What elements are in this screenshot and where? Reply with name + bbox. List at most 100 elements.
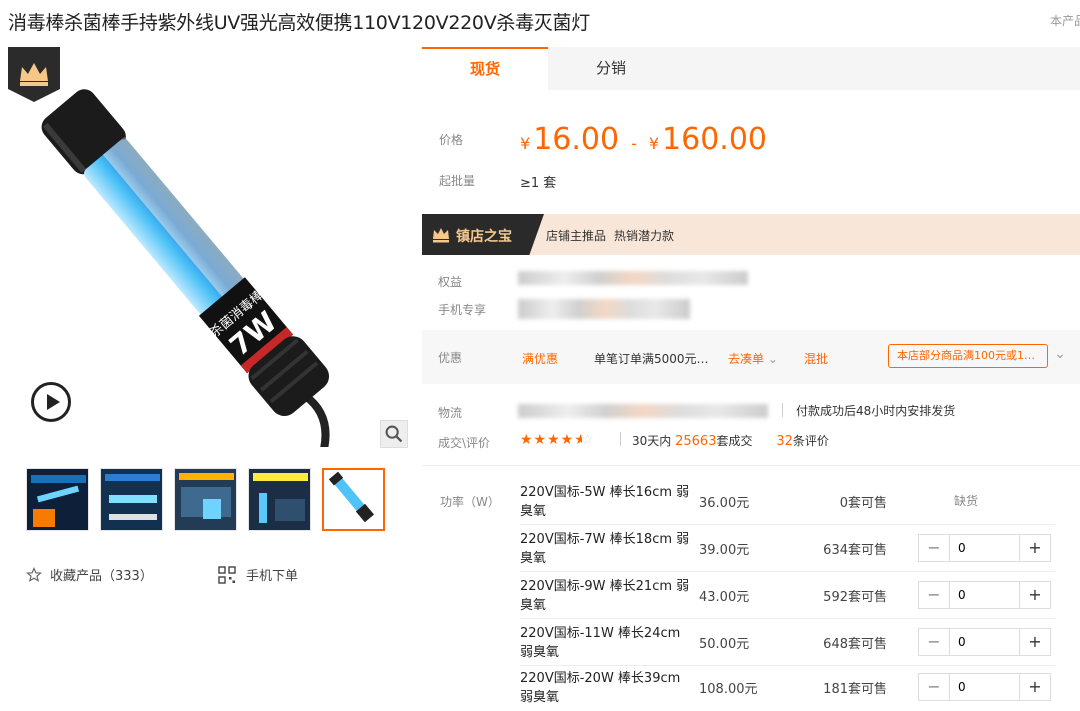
play-video-icon[interactable] — [31, 382, 71, 422]
increase-button[interactable]: + — [1020, 674, 1050, 700]
sku-name: 220V国标-11W 棒长24cm 弱臭氧 — [520, 626, 681, 660]
featured-banner: 镇店之宝 店铺主推品 热销潜力款 — [422, 214, 1080, 255]
logistics-blurred — [518, 404, 768, 418]
purchase-tabs: 现货 分销 — [422, 47, 1080, 90]
divider — [422, 465, 1080, 466]
rights-label: 权益 — [438, 275, 463, 289]
promo-tag[interactable]: 本店部分商品满100元或1… — [888, 344, 1048, 368]
chevron-down-icon: ⌄ — [767, 352, 778, 366]
sku-label: 功率（W） — [440, 495, 500, 509]
price-label: 价格 — [439, 133, 464, 147]
promo-collect-label: 去凑单 — [728, 352, 765, 366]
divider — [782, 403, 783, 417]
quantity-input[interactable] — [949, 629, 1020, 655]
crown-badge-icon — [8, 47, 60, 102]
mobile-exclusive-blurred — [518, 299, 690, 319]
currency-symbol: ¥ — [648, 134, 660, 153]
review-count[interactable]: 32 — [776, 434, 793, 449]
moq-value: ≥1 套 — [520, 176, 557, 191]
thumbnail-2[interactable] — [100, 468, 163, 531]
rating-stars: ★★★★★☆ — [520, 432, 595, 448]
product-title: 消毒棒杀菌棒手持紫外线UV强光高效便携110V120V220V杀毒灭菌灯 — [8, 12, 590, 34]
quantity-stepper: − + — [918, 628, 1051, 656]
sku-name: 220V国标-5W 棒长16cm 弱臭氧 — [520, 485, 690, 519]
logistics-label: 物流 — [438, 406, 463, 420]
sku-price: 50.00元 — [699, 637, 750, 652]
quantity-input[interactable] — [949, 674, 1020, 700]
deals-label: 成交\评价 — [438, 436, 491, 450]
decrease-button[interactable]: − — [919, 674, 949, 700]
quantity-stepper: − + — [918, 581, 1051, 609]
sku-stock: 592套可售 — [823, 590, 887, 605]
tab-in-stock[interactable]: 现货 — [422, 47, 548, 90]
sku-out-of-stock: 缺货 — [954, 494, 979, 508]
quantity-input[interactable] — [949, 535, 1020, 561]
thumbnail-strip — [26, 468, 385, 531]
chevron-down-icon[interactable]: ⌄ — [1054, 346, 1066, 362]
quantity-stepper: − + — [918, 534, 1051, 562]
sku-stock: 634套可售 — [823, 543, 887, 558]
crown-icon — [433, 228, 449, 243]
sku-row: 220V国标-20W 棒长39cm 弱臭氧 108.00元 181套可售 − + — [520, 664, 1055, 711]
corner-note: 本产品 — [1050, 14, 1080, 28]
decrease-button[interactable]: − — [919, 582, 949, 608]
sales-stat: 30天内 25663套成交 32条评价 — [632, 432, 829, 449]
decrease-button[interactable]: − — [919, 629, 949, 655]
increase-button[interactable]: + — [1020, 629, 1050, 655]
main-product-image[interactable]: 杀菌消毒棒 7W — [8, 47, 408, 447]
zoom-icon[interactable] — [380, 420, 408, 448]
sku-row: 220V国标-11W 棒长24cm 弱臭氧 50.00元 648套可售 − + — [520, 619, 1055, 666]
sku-name: 220V国标-7W 棒长18cm 弱臭氧 — [520, 532, 690, 566]
price-range: ¥ 16.00 - ¥ 160.00 — [520, 122, 767, 157]
thumbnail-1[interactable] — [26, 468, 89, 531]
sku-row: 220V国标-9W 棒长21cm 弱臭氧 43.00元 592套可售 − + — [520, 572, 1055, 619]
divider — [620, 432, 621, 446]
sales-prefix: 30天内 — [632, 434, 672, 448]
banner-tags: 店铺主推品 热销潜力款 — [546, 227, 674, 244]
favorite-product[interactable]: 收藏产品（333） — [26, 565, 153, 584]
sku-price: 39.00元 — [699, 543, 750, 558]
sku-row: 220V国标-5W 棒长16cm 弱臭氧 36.00元 0套可售 缺货 — [520, 478, 1055, 525]
promo-type: 满优惠 — [522, 352, 559, 366]
review-suffix: 条评价 — [792, 434, 829, 448]
sku-stock: 648套可售 — [823, 637, 887, 652]
banner-tag-2: 热销潜力款 — [614, 229, 675, 243]
banner-title: 镇店之宝 — [456, 229, 512, 245]
mobile-order-label: 手机下单 — [246, 569, 299, 584]
banner-tag-1: 店铺主推品 — [546, 229, 607, 243]
logistics-note: 付款成功后48小时内安排发货 — [796, 404, 956, 418]
mix-batch-link[interactable]: 混批 — [804, 350, 828, 367]
promotion-row: 优惠 满优惠 单笔订单满5000元… 去凑单 ⌄ 混批 本店部分商品满100元或… — [422, 330, 1080, 384]
price-max: 160.00 — [662, 122, 768, 157]
increase-button[interactable]: + — [1020, 582, 1050, 608]
star-outline-icon — [26, 566, 42, 582]
sku-stock: 0套可售 — [839, 496, 887, 511]
quantity-stepper: − + — [918, 673, 1051, 701]
tab-distribution[interactable]: 分销 — [548, 47, 674, 90]
currency-symbol: ¥ — [520, 134, 531, 153]
quantity-input[interactable] — [949, 582, 1020, 608]
thumbnail-3[interactable] — [174, 468, 237, 531]
moq-label: 起批量 — [439, 174, 476, 188]
mobile-order[interactable]: 手机下单 — [218, 565, 298, 584]
sku-row: 220V国标-7W 棒长18cm 弱臭氧 39.00元 634套可售 − + — [520, 525, 1055, 572]
mobile-exclusive-label: 手机专享 — [438, 303, 487, 317]
thumbnail-5-selected[interactable] — [322, 468, 385, 531]
sku-price: 36.00元 — [699, 496, 750, 511]
sku-price: 108.00元 — [699, 682, 758, 697]
sku-name: 220V国标-9W 棒长21cm 弱臭氧 — [520, 579, 690, 613]
decrease-button[interactable]: − — [919, 535, 949, 561]
promo-collect-link[interactable]: 去凑单 ⌄ — [728, 350, 778, 367]
sales-suffix: 套成交 — [716, 434, 753, 448]
sku-name: 220V国标-20W 棒长39cm 弱臭氧 — [520, 671, 681, 705]
price-dash: - — [631, 134, 637, 153]
thumbnail-4[interactable] — [248, 468, 311, 531]
promo-label: 优惠 — [438, 351, 463, 365]
increase-button[interactable]: + — [1020, 535, 1050, 561]
sku-stock: 181套可售 — [823, 682, 887, 697]
rights-blurred — [518, 271, 748, 285]
promo-desc: 单笔订单满5000元… — [594, 352, 709, 366]
uv-lamp-illustration: 杀菌消毒棒 7W — [41, 89, 330, 447]
sales-count: 25663 — [675, 434, 717, 449]
qr-code-icon — [218, 565, 236, 584]
